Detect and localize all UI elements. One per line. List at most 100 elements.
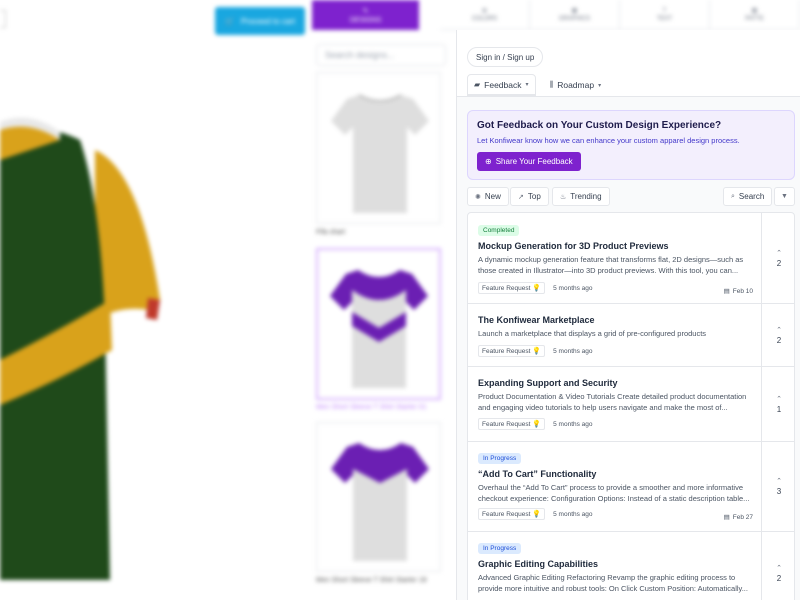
tab-text[interactable]: T TEXT: [620, 0, 710, 29]
lightbulb-icon: 💡: [532, 348, 542, 355]
post-meta: Feature Request 💡 5 months ago: [478, 345, 593, 357]
post-description: Advanced Graphic Editing Refactoring Rev…: [478, 573, 748, 593]
post-title[interactable]: “Add To Cart” Functionality: [478, 469, 596, 479]
lightbulb-icon: 💡: [532, 421, 542, 428]
cart-icon: 🛒: [224, 16, 235, 26]
chevron-up-icon: ⌃: [776, 478, 782, 485]
product-card[interactable]: [316, 422, 441, 572]
post-body[interactable]: Expanding Support and Security Product D…: [468, 367, 762, 441]
jersey-preview: [0, 117, 160, 581]
status-badge: In Progress: [478, 543, 522, 554]
post-title[interactable]: The Konfiwear Marketplace: [478, 315, 595, 325]
product-label: Fifa shart: [316, 229, 346, 236]
feedback-post[interactable]: Completed Mockup Generation for 3D Produ…: [468, 213, 794, 304]
filter-top-button[interactable]: ↗ Top: [510, 187, 549, 206]
filter-trending-button[interactable]: ♨ Trending: [552, 187, 610, 206]
feedback-icon: ▰: [474, 80, 481, 89]
filter-button[interactable]: ▼: [774, 187, 795, 206]
product-label: Men Short Sleeve T Shirt Starter 18: [316, 577, 427, 584]
upvote-button[interactable]: ⌃ 2: [762, 213, 794, 303]
jersey-canvas: [0, 0, 310, 600]
feedback-panel: Sign in / Sign up ▰ Feedback ▾ ⫼ Roadmap…: [456, 30, 800, 600]
tshirt-thumbnail: [331, 94, 429, 213]
proceed-to-cart-button[interactable]: 🛒 Proceed to cart: [215, 7, 305, 35]
product-card-selected[interactable]: [316, 248, 441, 400]
status-badge: In Progress: [478, 453, 522, 464]
banner-subtitle: Let Konfiwear know how we can enhance yo…: [477, 136, 740, 145]
post-title[interactable]: Graphic Editing Capabilities: [478, 559, 598, 569]
post-body[interactable]: The Konfiwear Marketplace Launch a marke…: [468, 304, 762, 366]
feedback-banner: Got Feedback on Your Custom Design Exper…: [467, 110, 795, 180]
post-description: Overhaul the “Add To Cart” process to pr…: [478, 483, 750, 503]
category-tag[interactable]: Feature Request 💡: [478, 345, 546, 357]
bg-edge-tab: [0, 10, 6, 28]
plus-circle-icon: ⊕: [485, 157, 492, 166]
chevron-up-icon: ⌃: [776, 395, 782, 403]
upvote-button[interactable]: ⌃ 2: [762, 304, 794, 366]
post-time: 5 months ago: [553, 347, 593, 355]
feedback-nav: ▰ Feedback ▾ ⫼ Roadmap ▾: [467, 74, 800, 96]
filter-new-button[interactable]: ✺ New: [467, 187, 509, 206]
tshirt-thumbnail: [331, 443, 429, 561]
editor-tabbar: ◍ COLORS ▣ GRAPHICS T TEXT ▦ PATTE: [440, 0, 800, 30]
calendar-icon: ▤: [723, 288, 730, 295]
post-time: 5 months ago: [553, 510, 593, 518]
chevron-down-icon: ▾: [598, 82, 602, 89]
lightbulb-icon: 💡: [532, 511, 542, 518]
signin-button[interactable]: Sign in / Sign up: [467, 47, 544, 67]
search-icon: ⌕: [731, 192, 735, 200]
feedback-post[interactable]: The Konfiwear Marketplace Launch a marke…: [468, 304, 794, 367]
tab-patterns[interactable]: ▦ PATTE: [710, 0, 800, 29]
upvote-button[interactable]: ⌃ 1: [762, 367, 794, 441]
post-date: ▤ Feb 27: [723, 513, 753, 522]
upvote-button[interactable]: ⌃ 2: [762, 532, 794, 600]
chevron-up-icon: ⌃: [776, 564, 782, 572]
category-tag[interactable]: Feature Request 💡: [478, 418, 546, 430]
post-body[interactable]: In Progress Graphic Editing Capabilities…: [468, 532, 762, 600]
image-icon: ▣: [571, 8, 578, 14]
chevron-up-icon: ⌃: [776, 326, 782, 334]
design-search-input[interactable]: Search designs...: [316, 44, 446, 66]
post-description: A dynamic mockup generation feature that…: [478, 255, 744, 275]
tab-feedback[interactable]: ▰ Feedback ▾: [467, 74, 536, 96]
post-body[interactable]: In Progress “Add To Cart” Functionality …: [468, 442, 762, 531]
post-meta: Feature Request 💡 5 months ago: [478, 282, 593, 294]
product-card[interactable]: [316, 72, 441, 224]
pattern-icon: ▦: [751, 8, 758, 14]
vote-count: 1: [776, 404, 782, 414]
category-tag[interactable]: Feature Request 💡: [478, 282, 546, 294]
category-tag[interactable]: Feature Request 💡: [478, 508, 546, 520]
flame-icon: ♨: [560, 193, 567, 201]
palette-icon: ◍: [481, 8, 488, 14]
vote-count: 2: [776, 258, 782, 268]
post-meta: Feature Request 💡 5 months ago: [478, 418, 593, 430]
roadmap-icon: ⫼: [549, 80, 554, 89]
feedback-post[interactable]: In Progress Graphic Editing Capabilities…: [468, 532, 794, 600]
post-title[interactable]: Mockup Generation for 3D Product Preview…: [478, 241, 669, 251]
post-title[interactable]: Expanding Support and Security: [478, 378, 618, 388]
feedback-post[interactable]: In Progress “Add To Cart” Functionality …: [468, 442, 794, 532]
new-icon: ✺: [475, 193, 481, 201]
designs-icon: ✎: [362, 7, 369, 15]
trend-up-icon: ↗: [518, 193, 524, 201]
chevron-down-icon: ▾: [525, 82, 529, 88]
banner-title: Got Feedback on Your Custom Design Exper…: [477, 120, 722, 131]
post-body[interactable]: Completed Mockup Generation for 3D Produ…: [468, 213, 762, 303]
tab-graphics[interactable]: ▣ GRAPHICS: [530, 0, 620, 29]
tab-colors[interactable]: ◍ COLORS: [440, 0, 530, 29]
post-meta: Feature Request 💡 5 months ago: [478, 508, 593, 520]
post-time: 5 months ago: [553, 420, 593, 428]
chevron-up-icon: ⌃: [776, 249, 782, 257]
tab-roadmap[interactable]: ⫼ Roadmap ▾: [544, 74, 608, 96]
filter-bar: ✺ New ↗ Top ♨ Trending ⌕ Search ▼: [467, 187, 795, 206]
vote-count: 2: [776, 573, 782, 583]
tab-designs[interactable]: ✎ DESIGNS: [312, 0, 419, 30]
product-label: Men Short Sleeve T Shirt Starter 01: [316, 404, 427, 411]
upvote-button[interactable]: ⌃ 3: [762, 442, 794, 531]
vote-count: 2: [776, 335, 782, 345]
share-feedback-button[interactable]: ⊕ Share Your Feedback: [477, 152, 581, 171]
filter-icon: ▼: [781, 193, 788, 200]
feedback-post[interactable]: Expanding Support and Security Product D…: [468, 367, 794, 442]
vote-count: 3: [776, 487, 782, 496]
search-button[interactable]: ⌕ Search: [723, 187, 773, 206]
